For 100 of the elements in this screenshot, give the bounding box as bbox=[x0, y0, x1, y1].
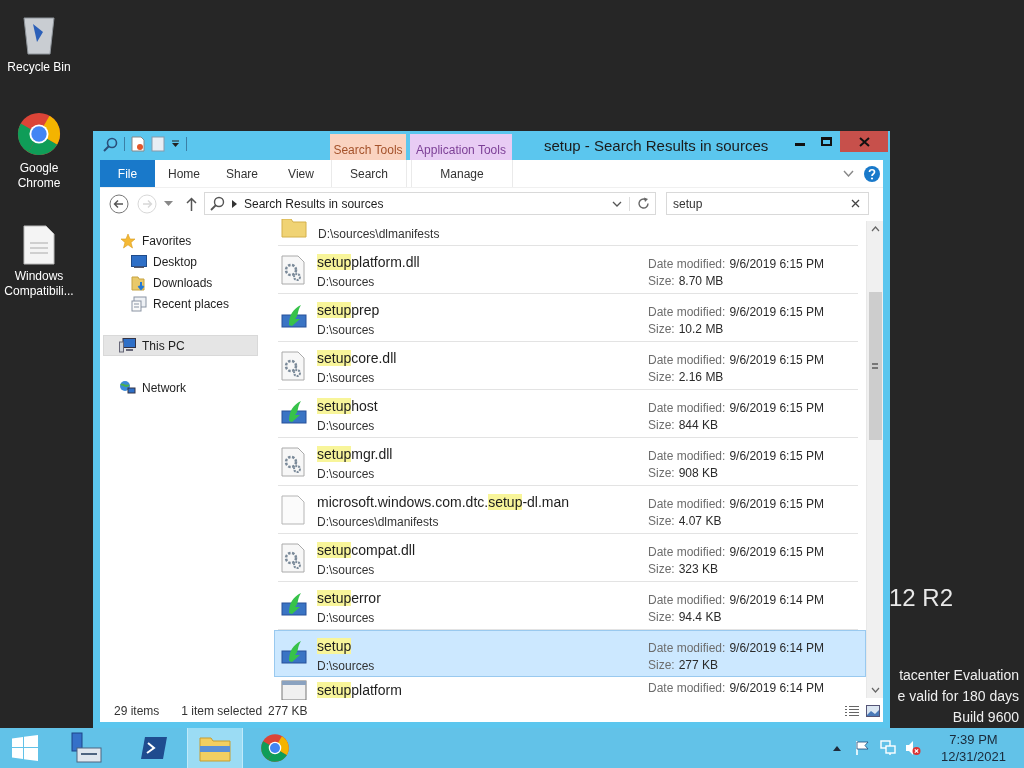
size-label: Size: bbox=[648, 561, 675, 577]
setup-icon bbox=[281, 639, 307, 665]
scroll-down-icon[interactable] bbox=[870, 687, 880, 693]
dropdown-icon bbox=[171, 140, 180, 148]
result-row[interactable]: setupcore.dll D:\sources Date modified: 9/6/2019 6:15 PM Size: 2.16 MB bbox=[274, 342, 866, 389]
size-label: Size: bbox=[648, 465, 675, 481]
size-value: 4.07 KB bbox=[678, 513, 722, 529]
date-label: Date modified: bbox=[648, 544, 726, 560]
nav-item[interactable]: Favorites bbox=[103, 230, 258, 251]
nav-item[interactable]: This PC bbox=[103, 335, 258, 356]
file-name: setuperror bbox=[317, 589, 382, 607]
clear-icon[interactable] bbox=[851, 199, 860, 208]
nav-item[interactable]: Downloads bbox=[103, 272, 258, 293]
scrollbar[interactable] bbox=[866, 221, 883, 698]
clock-date[interactable]: 12/31/2021 bbox=[940, 748, 1006, 765]
date-label: Date modified: bbox=[648, 640, 726, 656]
search-icon bbox=[210, 196, 225, 211]
file-path: D:\sources bbox=[317, 274, 376, 290]
chevron-down-icon[interactable] bbox=[612, 200, 622, 207]
date-label: Date modified: bbox=[648, 496, 726, 512]
date-label: Date modified: bbox=[648, 681, 726, 697]
gear-file-icon bbox=[281, 255, 305, 285]
file-name: setupplatform.dll bbox=[317, 253, 421, 271]
file-path: D:\sources bbox=[317, 610, 376, 626]
window-title: setup - Search Results in sources bbox=[544, 136, 769, 156]
date-value: 9/6/2019 6:14 PM bbox=[729, 681, 825, 697]
ribbon-tab[interactable]: View bbox=[271, 160, 331, 187]
thumbnail-view-icon[interactable] bbox=[866, 705, 880, 717]
flag-icon[interactable] bbox=[854, 740, 870, 756]
window-icon bbox=[281, 679, 307, 700]
result-row[interactable]: setup D:\sources Date modified: 9/6/2019 6:14 PM Size: 277 KB bbox=[274, 630, 866, 677]
nav-item[interactable]: Network bbox=[103, 377, 258, 398]
chrome-icon bbox=[16, 111, 62, 157]
setup-icon bbox=[281, 399, 307, 425]
close-button[interactable] bbox=[840, 131, 888, 152]
search-icon bbox=[103, 136, 118, 152]
file-tab[interactable]: File bbox=[100, 160, 155, 187]
document-icon bbox=[23, 225, 55, 265]
desktop-info-text: tacenter Evaluation bbox=[899, 666, 1019, 685]
contextual-tab-label: Search Tools bbox=[333, 142, 403, 159]
help-icon[interactable] bbox=[864, 165, 880, 182]
file-name: setuphost bbox=[317, 397, 379, 415]
setup-icon bbox=[281, 591, 307, 617]
back-button[interactable] bbox=[108, 192, 130, 215]
address-bar[interactable]: Search Results in sources bbox=[204, 192, 656, 215]
file-path: D:\sources bbox=[317, 418, 376, 434]
show-hidden-icons-icon[interactable] bbox=[832, 745, 841, 751]
file-path: D:\sources bbox=[317, 658, 376, 674]
desktop-icon-label[interactable]: Recycle Bin bbox=[1, 60, 77, 75]
file-name: setup bbox=[317, 637, 353, 655]
file-path: D:\sources bbox=[317, 322, 376, 338]
date-label: Date modified: bbox=[648, 448, 726, 464]
powershell-icon bbox=[140, 736, 168, 760]
date-value: 9/6/2019 6:15 PM bbox=[729, 544, 825, 560]
date-value: 9/6/2019 6:15 PM bbox=[729, 400, 825, 416]
date-value: 9/6/2019 6:14 PM bbox=[729, 592, 825, 608]
dropdown-icon[interactable] bbox=[164, 200, 173, 207]
up-arrow-icon[interactable] bbox=[186, 196, 197, 211]
chevron-down-icon[interactable] bbox=[843, 170, 854, 177]
chrome-icon bbox=[260, 733, 290, 763]
taskbar-app[interactable] bbox=[187, 728, 243, 768]
nav-item[interactable]: Recent places bbox=[103, 293, 258, 314]
desktop-icon-label[interactable]: Google Chrome bbox=[1, 161, 77, 191]
properties-icon bbox=[131, 136, 145, 152]
size-value: 8.70 MB bbox=[678, 273, 724, 289]
ribbon-tab[interactable]: Home bbox=[155, 160, 213, 187]
result-row[interactable]: microsoft.windows.com.dtc.setup-dl.man D:\sources\dlmanifests Date modified: 9/6/2019 6:15 PM Size: 4.07 KB bbox=[274, 486, 866, 533]
file-name: setupcore.dll bbox=[317, 349, 398, 367]
scroll-up-icon[interactable] bbox=[870, 226, 880, 232]
date-value: 9/6/2019 6:15 PM bbox=[729, 448, 825, 464]
star-icon bbox=[119, 232, 136, 249]
desktop-info-text: Build 9600 bbox=[952, 708, 1019, 727]
result-row[interactable]: setuphost D:\sources Date modified: 9/6/2019 6:15 PM Size: 844 KB bbox=[274, 390, 866, 437]
result-row[interactable]: setupcompat.dll D:\sources Date modified: 9/6/2019 6:15 PM Size: 323 KB bbox=[274, 534, 866, 581]
result-row[interactable]: setupmgr.dll D:\sources Date modified: 9/6/2019 6:15 PM Size: 908 KB bbox=[274, 438, 866, 485]
result-row[interactable]: setupplatform.dll D:\sources Date modified: 9/6/2019 6:15 PM Size: 8.70 MB bbox=[274, 246, 866, 293]
desktop-icon-label[interactable]: Windows Compatibili... bbox=[1, 269, 77, 299]
monitor-icon bbox=[130, 255, 147, 268]
scroll-thumb[interactable] bbox=[868, 292, 882, 440]
clock-time[interactable]: 7:39 PM bbox=[949, 731, 998, 748]
search-field[interactable]: setup bbox=[666, 192, 869, 215]
details-view-icon[interactable] bbox=[844, 705, 860, 717]
speaker-muted-icon[interactable] bbox=[904, 740, 921, 756]
file-name: setupcompat.dll bbox=[317, 541, 417, 559]
result-row[interactable]: setuperror D:\sources Date modified: 9/6/2019 6:14 PM Size: 94.4 KB bbox=[274, 582, 866, 629]
date-value: 9/6/2019 6:15 PM bbox=[729, 496, 825, 512]
result-row[interactable]: D:\sources\dlmanifests bbox=[274, 219, 866, 245]
result-row[interactable]: setupprep D:\sources Date modified: 9/6/2019 6:15 PM Size: 10.2 MB bbox=[274, 294, 866, 341]
date-value: 9/6/2019 6:14 PM bbox=[729, 640, 825, 656]
recent-places-icon bbox=[130, 295, 147, 312]
nav-item[interactable]: Desktop bbox=[103, 251, 258, 272]
date-label: Date modified: bbox=[648, 400, 726, 416]
size-label: Size: bbox=[648, 417, 675, 433]
gear-file-icon bbox=[281, 351, 305, 381]
selection-text: 1 item selected bbox=[181, 703, 263, 720]
new-folder-icon bbox=[151, 136, 165, 152]
gear-file-icon bbox=[281, 447, 305, 477]
result-row[interactable]: setupplatform Date modified: 9/6/2019 6:14 PM bbox=[274, 677, 866, 699]
ribbon-tab[interactable]: Share bbox=[213, 160, 271, 187]
refresh-icon[interactable] bbox=[637, 197, 650, 210]
